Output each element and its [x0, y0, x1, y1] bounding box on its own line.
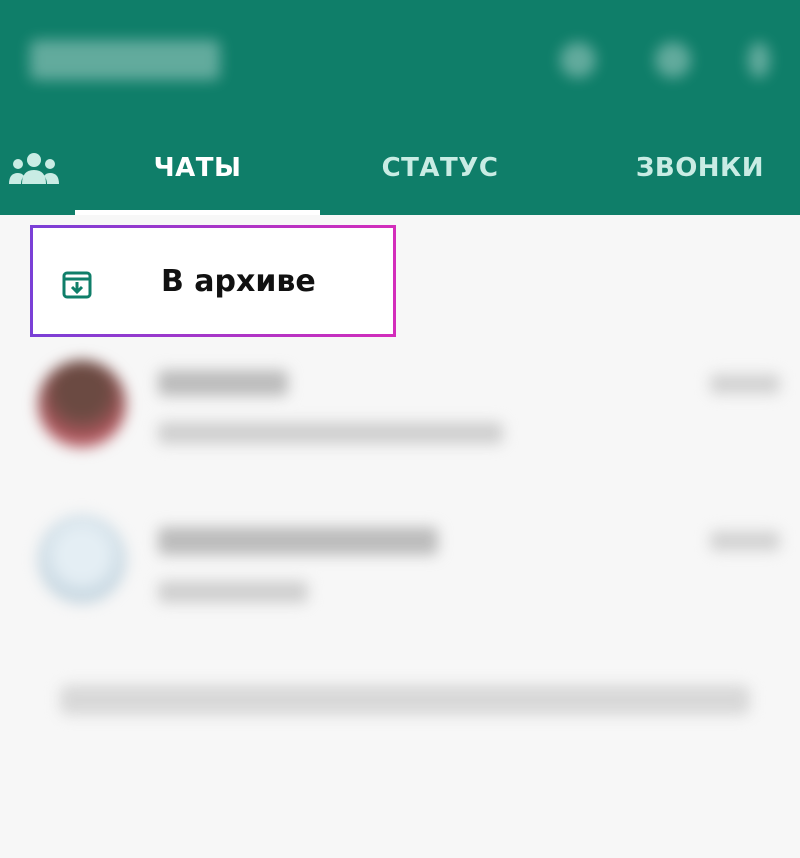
archive-icon — [62, 271, 92, 299]
tab-calls[interactable]: ЗВОНКИ — [600, 120, 800, 215]
active-tab-indicator — [75, 210, 320, 215]
chat-list-item[interactable] — [0, 360, 800, 500]
chat-list-item[interactable] — [0, 515, 800, 655]
chat-name — [158, 527, 438, 555]
community-icon[interactable] — [8, 150, 60, 186]
encryption-note — [60, 685, 750, 715]
chat-preview — [158, 581, 308, 603]
tab-chats-label: ЧАТЫ — [153, 152, 242, 183]
app-title — [30, 40, 220, 80]
chat-time — [710, 374, 780, 394]
chat-preview — [158, 422, 503, 444]
tab-calls-label: ЗВОНКИ — [635, 152, 765, 183]
search-icon[interactable] — [655, 42, 691, 78]
chat-name — [158, 370, 288, 396]
avatar — [38, 515, 126, 603]
camera-icon[interactable] — [560, 42, 596, 78]
archived-chats-row[interactable]: В архиве — [30, 225, 396, 337]
chat-time — [710, 531, 780, 551]
avatar — [38, 360, 126, 448]
tab-status[interactable]: СТАТУС — [340, 120, 540, 215]
app-bar: ЧАТЫ СТАТУС ЗВОНКИ — [0, 0, 800, 215]
archived-chats-label: В архиве — [161, 264, 316, 299]
tab-bar: ЧАТЫ СТАТУС ЗВОНКИ — [0, 120, 800, 215]
tab-chats[interactable]: ЧАТЫ — [75, 120, 320, 215]
more-icon[interactable] — [748, 42, 770, 78]
tab-status-label: СТАТУС — [381, 152, 499, 183]
